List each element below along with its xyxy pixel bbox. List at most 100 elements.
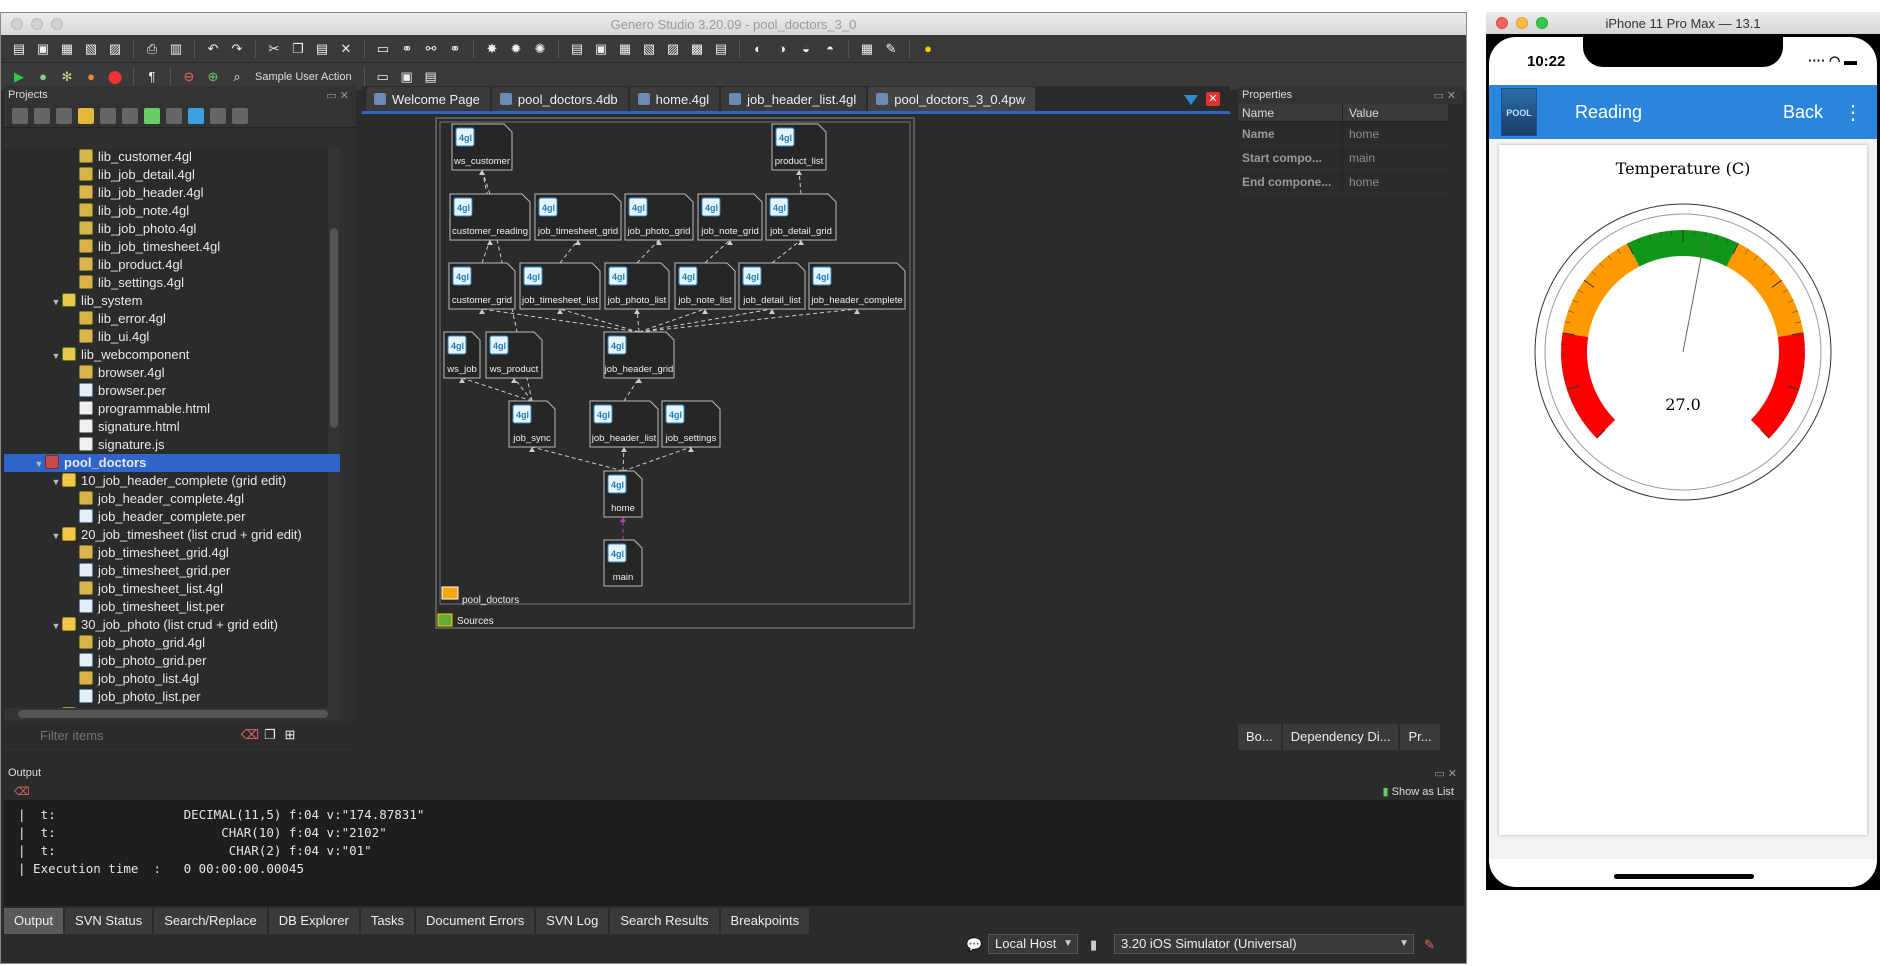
pilcrow-icon[interactable]: ¶: [142, 67, 162, 87]
save-as-icon[interactable]: ▨: [105, 39, 125, 59]
eraser-icon[interactable]: ⌫: [14, 785, 30, 798]
run-icon[interactable]: ▶: [9, 67, 29, 87]
tree-item[interactable]: ▼ 10_job_header_complete (grid edit): [4, 472, 340, 490]
tool-icon[interactable]: [166, 107, 182, 124]
tree-item[interactable]: lib_product.4gl: [4, 256, 340, 274]
close-editor-icon[interactable]: ✕: [1206, 92, 1220, 106]
layout-icon[interactable]: ▭: [373, 67, 393, 87]
deploy-icon[interactable]: ✺: [530, 39, 550, 59]
attach-icon[interactable]: ●: [81, 67, 101, 87]
tree-item[interactable]: ▼ lib_webcomponent: [4, 346, 340, 364]
help-icon[interactable]: ●: [918, 39, 938, 59]
tree-item[interactable]: ▼ pool_doctors: [4, 454, 340, 472]
show-as-list-toggle[interactable]: ▮ Show as List: [1383, 785, 1455, 798]
editor-tab[interactable]: job_header_list.4gl: [721, 87, 867, 111]
bottom-tab[interactable]: Breakpoints: [720, 908, 810, 934]
expand-arrow-icon[interactable]: ▼: [50, 527, 62, 545]
find-icon[interactable]: ▭: [373, 39, 393, 59]
tree-item[interactable]: programmable.html: [4, 400, 340, 418]
dependency-diagram[interactable]: pool_doctors Sources 4gl ws_customer 4gl prod…: [362, 116, 1230, 750]
tree-item[interactable]: browser.per: [4, 382, 340, 400]
bottom-tab[interactable]: Document Errors: [416, 908, 535, 934]
bottom-tab[interactable]: Search/Replace: [154, 908, 267, 934]
tree-item[interactable]: signature.js: [4, 436, 340, 454]
properties-tab[interactable]: Bo...: [1238, 724, 1281, 750]
diagram-node[interactable]: 4gl job_sync: [508, 400, 556, 448]
tree-item[interactable]: job_photo_list.4gl: [4, 670, 340, 688]
home-indicator[interactable]: [1614, 874, 1754, 879]
bottom-tab[interactable]: DB Explorer: [268, 908, 359, 934]
tree-item[interactable]: ▼ 30_job_photo (list crud + grid edit): [4, 616, 340, 634]
tool-icon[interactable]: [12, 107, 28, 124]
diagram-node[interactable]: 4gl job_detail_list: [738, 262, 806, 310]
expand-arrow-icon[interactable]: ▼: [50, 473, 62, 491]
diagram-node[interactable]: 4gl customer_grid: [448, 262, 516, 310]
zoom-in-icon[interactable]: ⊕: [203, 67, 223, 87]
open-icon[interactable]: ▣: [33, 39, 53, 59]
refresh-icon[interactable]: ◑: [772, 39, 792, 59]
diagram-node[interactable]: 4gl home: [603, 470, 643, 518]
diagram-node[interactable]: 4gl job_header_list: [589, 400, 659, 448]
calendar-icon[interactable]: ▦: [857, 39, 877, 59]
diagram-node[interactable]: 4gl customer_reading: [449, 193, 531, 241]
diagram-node[interactable]: 4gl main: [603, 539, 643, 587]
bottom-tab[interactable]: SVN Log: [536, 908, 609, 934]
diagram-node[interactable]: 4gl job_photo_grid: [624, 193, 694, 241]
tree-item[interactable]: lib_error.4gl: [4, 310, 340, 328]
doc6-icon[interactable]: ▩: [687, 39, 707, 59]
tree-item[interactable]: lib_customer.4gl: [4, 148, 340, 166]
tree-item[interactable]: lib_job_note.4gl: [4, 202, 340, 220]
tool-icon[interactable]: [100, 107, 116, 124]
doc-icon[interactable]: ▤: [567, 39, 587, 59]
expand-icon[interactable]: ⊞: [280, 725, 300, 745]
zoom-fit-icon[interactable]: ⌕: [227, 67, 247, 87]
tool-icon[interactable]: [56, 107, 72, 124]
build-icon[interactable]: ✹: [506, 39, 526, 59]
doc7-icon[interactable]: ▤: [711, 39, 731, 59]
diagram-node[interactable]: 4gl ws_job: [443, 331, 481, 379]
property-row[interactable]: Name home: [1238, 122, 1448, 146]
window-icon[interactable]: ◒: [796, 39, 816, 59]
doc2-icon[interactable]: ▣: [591, 39, 611, 59]
tree-item[interactable]: job_timesheet_list.4gl: [4, 580, 340, 598]
tree-item[interactable]: browser.4gl: [4, 364, 340, 382]
tool-icon[interactable]: [210, 107, 226, 124]
layout2-icon[interactable]: ▣: [397, 67, 417, 87]
tree-item[interactable]: signature.html: [4, 418, 340, 436]
diagram-node[interactable]: 4gl ws_product: [485, 331, 543, 379]
bottom-tab[interactable]: Search Results: [610, 908, 719, 934]
chat-icon[interactable]: ◐: [748, 39, 768, 59]
panel-controls[interactable]: ▭✕: [1434, 767, 1460, 780]
diagram-node[interactable]: 4gl job_settings: [661, 400, 721, 448]
clear-filter-icon[interactable]: ⌫: [240, 725, 260, 745]
tree-item[interactable]: job_header_complete.per: [4, 508, 340, 526]
diagram-node[interactable]: 4gl job_header_grid: [603, 331, 675, 379]
panel-controls[interactable]: ▭✕: [326, 89, 352, 102]
diagram-node[interactable]: 4gl product_list: [771, 123, 827, 171]
save-all-icon[interactable]: ▧: [81, 39, 101, 59]
properties-tab[interactable]: Pr...: [1400, 724, 1440, 750]
zoom-out-icon[interactable]: ⊖: [179, 67, 199, 87]
doc3-icon[interactable]: ▦: [615, 39, 635, 59]
diagram-node[interactable]: 4gl job_timesheet_grid: [534, 193, 622, 241]
tree-item[interactable]: lib_job_header.4gl: [4, 184, 340, 202]
tools-icon[interactable]: ✎: [1424, 937, 1435, 953]
undo-icon[interactable]: ↶: [203, 39, 223, 59]
redo-icon[interactable]: ↷: [227, 39, 247, 59]
simulator-window-controls[interactable]: [1496, 17, 1548, 29]
cut-icon[interactable]: ✂: [264, 39, 284, 59]
tree-item[interactable]: ▼ 20_job_timesheet (list crud + grid edit…: [4, 526, 340, 544]
diagram-node[interactable]: 4gl ws_customer: [451, 123, 513, 171]
sync-icon[interactable]: [188, 107, 204, 124]
stop-icon[interactable]: ⬤: [105, 67, 125, 87]
tree-item[interactable]: ▼ lib_system: [4, 292, 340, 310]
expand-arrow-icon[interactable]: ▼: [50, 617, 62, 635]
profile-icon[interactable]: ✻: [57, 67, 77, 87]
tools-icon[interactable]: ✎: [881, 39, 901, 59]
more-menu-icon[interactable]: ⋮: [1843, 100, 1863, 125]
diagram-node[interactable]: 4gl job_header_complete: [808, 262, 906, 310]
save-icon[interactable]: ▦: [57, 39, 77, 59]
doc5-icon[interactable]: ▨: [663, 39, 683, 59]
add-icon[interactable]: [144, 107, 160, 124]
environment-select[interactable]: 3.20 iOS Simulator (Universal) ▼: [1114, 934, 1414, 954]
